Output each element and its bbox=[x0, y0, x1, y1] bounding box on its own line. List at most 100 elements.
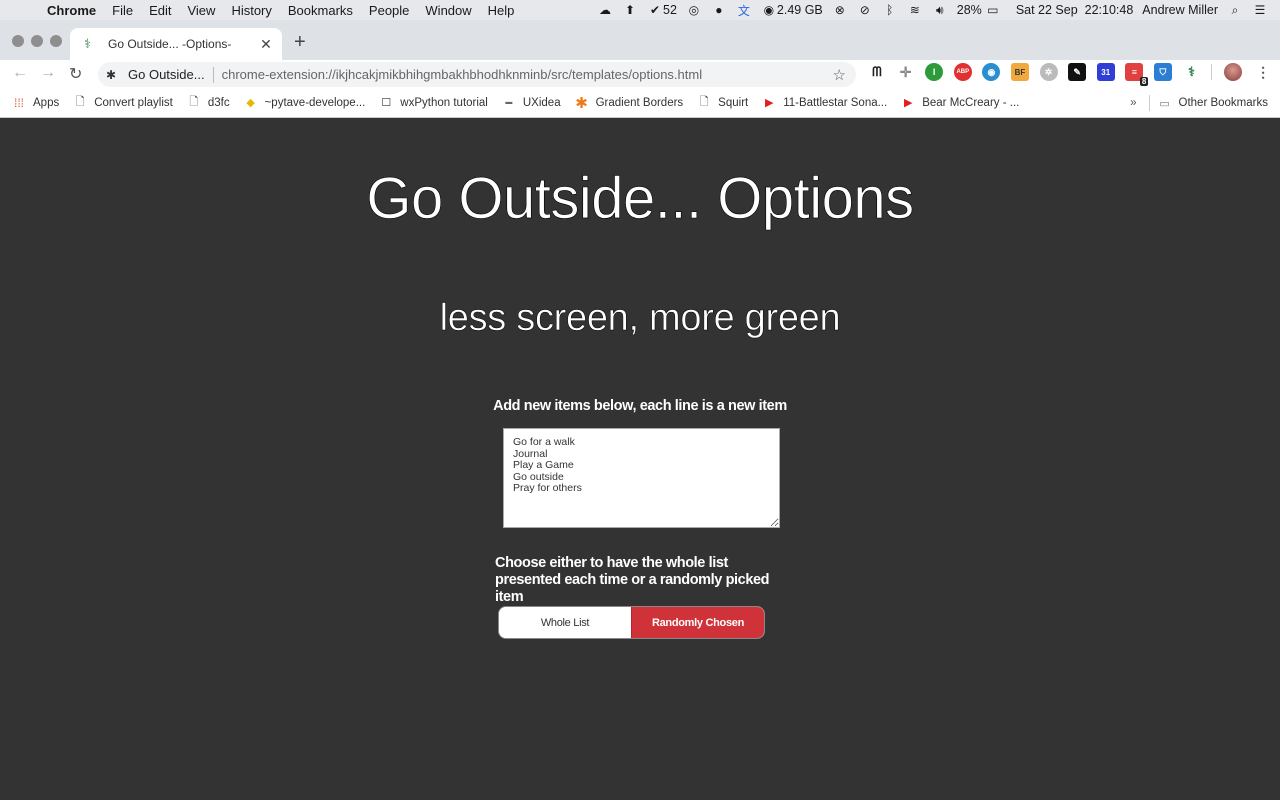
bookmark-label: ~pytave-develope... bbox=[264, 96, 366, 109]
bookmark-label: Gradient Borders bbox=[595, 96, 684, 109]
address-bar[interactable]: ✱ Go Outside... chrome-extension://ikjhc… bbox=[98, 62, 856, 87]
bookmark-label: Squirt bbox=[718, 96, 749, 109]
apps-grid-icon: ⁞⁞⁞ bbox=[13, 95, 24, 110]
toolbar-divider bbox=[1211, 64, 1213, 80]
mode-instruction-label: Choose either to have the whole list pre… bbox=[495, 555, 770, 605]
menu-bookmarks[interactable]: Bookmarks bbox=[288, 3, 353, 18]
bookmarks-divider bbox=[1148, 95, 1150, 111]
bookmarks-bar-right: » ▭ Other Bookmarks bbox=[1130, 88, 1268, 118]
bookmark-d3fc[interactable]: 🗋 d3fc bbox=[187, 96, 230, 110]
memory-value: 2.49 GB bbox=[776, 3, 823, 17]
bookmark-uxidea[interactable]: ▬ UXidea bbox=[502, 96, 560, 110]
calendar-extension-icon[interactable]: 31 bbox=[1096, 63, 1115, 81]
circle-slash-icon[interactable]: ⊘ bbox=[857, 3, 873, 17]
bookmark-battlestar[interactable]: ▶ 11-Battlestar Sona... bbox=[762, 96, 887, 110]
menu-window[interactable]: Window bbox=[425, 3, 471, 18]
whole-list-option[interactable]: Whole List bbox=[499, 607, 631, 638]
tab-go-outside-options[interactable]: ⚕ Go Outside... -Options- ✕ bbox=[70, 28, 282, 60]
battery-percent: 28% bbox=[956, 3, 982, 17]
sprout-favicon-icon: ⚕ bbox=[84, 36, 92, 51]
reload-button[interactable]: ↻ bbox=[69, 64, 82, 84]
basketball-icon[interactable]: ⊗ bbox=[832, 3, 848, 17]
uxidea-icon: ▬ bbox=[505, 99, 513, 106]
user-name[interactable]: Andrew Miller bbox=[1142, 3, 1218, 17]
other-bookmarks-label: Other Bookmarks bbox=[1178, 97, 1268, 109]
dashlane-icon[interactable]: ● bbox=[711, 3, 727, 17]
bookmark-label: Convert playlist bbox=[94, 96, 173, 109]
chrome-menu-icon[interactable]: ⋮ bbox=[1256, 64, 1270, 81]
battery-status[interactable]: 28% ▭ bbox=[957, 3, 1001, 17]
omnibox-url[interactable]: chrome-extension://ikjhcakjmikbhihgmbakh… bbox=[222, 67, 833, 82]
bookmark-label: Apps bbox=[33, 96, 60, 109]
bookmark-wxpython[interactable]: ☐ wxPython tutorial bbox=[379, 96, 488, 110]
tab-title: Go Outside... -Options- bbox=[108, 37, 232, 51]
randomly-chosen-option[interactable]: Randomly Chosen bbox=[631, 607, 764, 638]
omnibox-separator bbox=[212, 66, 214, 83]
profile-avatar[interactable] bbox=[1224, 63, 1243, 81]
items-instruction-label: Add new items below, each line is a new … bbox=[493, 398, 787, 414]
page-icon: 🗋 bbox=[75, 96, 85, 108]
zoom-window-button[interactable] bbox=[50, 35, 62, 47]
clock[interactable]: Sat 22 Sep 22:10:48 bbox=[1016, 3, 1133, 17]
bookmarks-bar: ⁞⁞⁞ Apps 🗋 Convert playlist 🗋 d3fc ◆ ~pytave… bbox=[0, 88, 1280, 118]
adblock-plus-extension-icon[interactable]: ABP bbox=[953, 63, 972, 81]
tab-strip: ⚕ Go Outside... -Options- ✕ + bbox=[0, 20, 1280, 60]
instapaper-extension-icon[interactable]: I bbox=[925, 63, 944, 81]
youtube-icon: ▶ bbox=[903, 97, 913, 109]
page-icon: 🗋 bbox=[699, 96, 709, 108]
memory-status[interactable]: ◉ 2.49 GB bbox=[761, 3, 823, 17]
adobe-cc-icon[interactable]: ◎ bbox=[686, 3, 702, 17]
bitwarden-extension-icon[interactable]: ⛉ bbox=[1153, 63, 1172, 81]
wifi-icon[interactable]: ≋ bbox=[907, 3, 923, 17]
menu-view[interactable]: View bbox=[187, 3, 215, 18]
menu-people[interactable]: People bbox=[369, 3, 409, 18]
bookmark-apps[interactable]: ⁞⁞⁞ Apps bbox=[12, 96, 59, 110]
page-icon: 🗋 bbox=[189, 96, 199, 108]
menu-help[interactable]: Help bbox=[488, 3, 515, 18]
close-window-button[interactable] bbox=[12, 35, 24, 47]
bookmarks-overflow-button[interactable]: » bbox=[1130, 97, 1136, 109]
spotlight-search-icon[interactable]: ⌕ bbox=[1227, 3, 1243, 17]
menu-edit[interactable]: Edit bbox=[149, 3, 171, 18]
bookmark-squirt[interactable]: 🗋 Squirt bbox=[697, 96, 748, 110]
go-outside-extension-icon[interactable]: ⚕ bbox=[1183, 63, 1201, 81]
bookmark-convert-playlist[interactable]: 🗋 Convert playlist bbox=[73, 96, 173, 110]
check-badge-status[interactable]: ✔ 52 bbox=[647, 3, 677, 17]
move-tool-extension-icon[interactable]: ✛ bbox=[897, 63, 915, 81]
other-bookmarks-folder[interactable]: ▭ Other Bookmarks bbox=[1158, 96, 1268, 110]
options-page: Go Outside... Options less screen, more … bbox=[0, 119, 1280, 800]
eye-extension-icon[interactable]: ◉ bbox=[982, 63, 1001, 81]
notification-center-icon[interactable]: ☰ bbox=[1252, 3, 1268, 17]
menu-app-chrome[interactable]: Chrome bbox=[47, 3, 96, 18]
gray-extension-icon[interactable]: ✲ bbox=[1039, 63, 1058, 81]
minimize-window-button[interactable] bbox=[31, 35, 43, 47]
bookmark-pytave[interactable]: ◆ ~pytave-develope... bbox=[244, 96, 366, 110]
back-button[interactable]: ← bbox=[12, 64, 28, 82]
battery-icon: ▭ bbox=[987, 3, 999, 17]
forward-button[interactable]: → bbox=[40, 64, 56, 82]
asterisk-icon: ✱ bbox=[575, 94, 588, 112]
volume-icon[interactable]: 🔊︎ bbox=[932, 3, 948, 17]
bookmark-label: Bear McCreary - ... bbox=[922, 96, 1020, 109]
youtube-icon: ▶ bbox=[764, 97, 774, 109]
bluetooth-icon[interactable]: ᛒ bbox=[882, 3, 898, 17]
new-tab-button[interactable]: + bbox=[294, 31, 306, 54]
menu-file[interactable]: File bbox=[112, 3, 133, 18]
close-tab-icon[interactable]: ✕ bbox=[258, 36, 274, 53]
items-textarea[interactable]: Go for a walk Journal Play a Game Go out… bbox=[503, 428, 780, 528]
folder-icon: ▭ bbox=[1159, 97, 1170, 110]
menu-history[interactable]: History bbox=[231, 3, 271, 18]
creative-cloud-icon[interactable]: ☁ bbox=[597, 3, 613, 17]
bf-extension-icon[interactable]: BF bbox=[1010, 63, 1029, 81]
bookmark-bear-mccreary[interactable]: ▶ Bear McCreary - ... bbox=[901, 96, 1019, 110]
cloud-upload-icon[interactable]: ⬆ bbox=[622, 3, 638, 17]
translate-icon[interactable]: 文 bbox=[736, 3, 752, 18]
todoist-extension-icon[interactable]: ≡ 8 bbox=[1125, 63, 1149, 86]
bookmark-label: d3fc bbox=[207, 96, 230, 109]
ghostery-extension-icon[interactable]: ᗰ bbox=[868, 63, 886, 81]
signature-extension-icon[interactable]: ✎ bbox=[1068, 63, 1087, 81]
bookmark-gradient-borders[interactable]: ✱ Gradient Borders bbox=[575, 94, 684, 112]
bookmark-label: wxPython tutorial bbox=[400, 96, 488, 109]
bookmark-star-icon[interactable]: ☆ bbox=[833, 66, 846, 84]
display-mode-toggle: Whole List Randomly Chosen bbox=[498, 606, 765, 639]
